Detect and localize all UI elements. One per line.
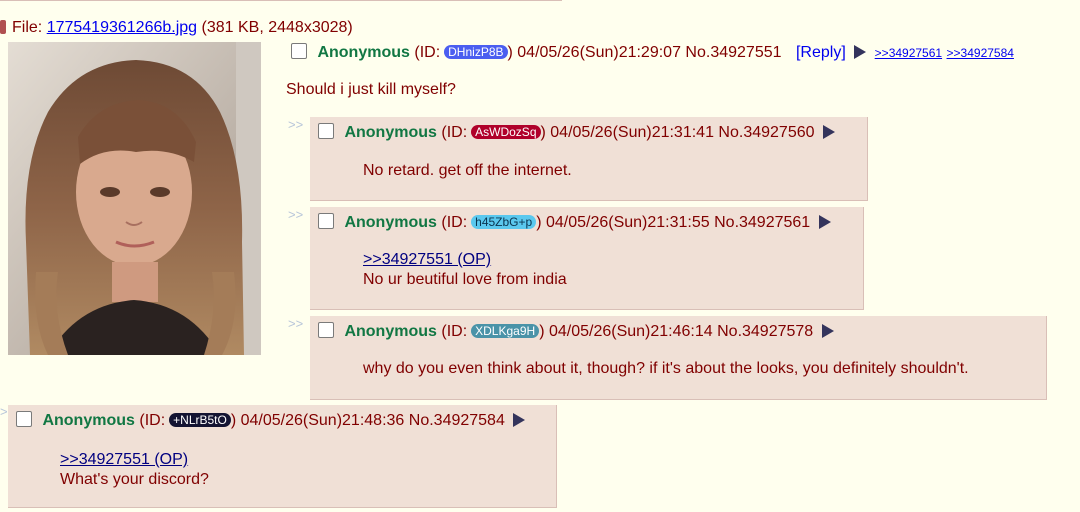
reply-comment: why do you even think about it, though? … [363, 360, 969, 377]
reply-checkbox[interactable] [318, 213, 334, 229]
quote-link[interactable]: >>34927551 (OP) [363, 250, 491, 270]
poster-id-badge[interactable]: DHnizP8B [444, 45, 508, 59]
file-meta: (381 KB, 2448x3028) [201, 19, 353, 36]
reply-post: Anonymous (ID: +NLrB5tO) 04/05/26(Sun)21:… [8, 405, 557, 508]
quote-link[interactable]: >>34927551 (OP) [60, 450, 188, 470]
poster-id-badge[interactable]: XDLKga9H [471, 324, 540, 338]
poster-id-badge[interactable]: h45ZbG+p [471, 215, 537, 229]
reply-checkbox[interactable] [318, 322, 334, 338]
poster-id-badge[interactable]: +NLrB5tO [169, 413, 231, 427]
id-suffix: ) [230, 412, 237, 429]
reply-checkbox[interactable] [16, 411, 32, 427]
reply-side-arrows: >> [288, 207, 304, 222]
file-info: File: 1775419361266b.jpg (381 KB, 2448x3… [0, 18, 353, 38]
portrait-photo [8, 42, 261, 355]
post-number[interactable]: No.34927560 [718, 124, 814, 141]
file-icon [0, 20, 6, 34]
backlink[interactable]: >>34927561 [875, 46, 942, 60]
reply-header: Anonymous (ID: AsWDozSq) 04/05/26(Sun)21:… [318, 123, 835, 143]
reply-comment: No retard. get off the internet. [363, 162, 572, 179]
reply-side-arrows: >> [288, 316, 304, 331]
post-number[interactable]: No.34927561 [714, 214, 810, 231]
id-suffix: ) [536, 214, 542, 231]
post-datetime: 04/05/26(Sun)21:31:41 [550, 124, 714, 141]
id-prefix: (ID: [441, 323, 468, 340]
poster-name: Anonymous [317, 44, 410, 61]
poster-id-badge[interactable]: AsWDozSq [471, 125, 541, 139]
post-number[interactable]: No.34927578 [717, 323, 813, 340]
reply-checkbox[interactable] [318, 123, 334, 139]
poster-name: Anonymous [344, 124, 437, 141]
poster-name: Anonymous [344, 323, 437, 340]
reply-comment: What's your discord? [60, 471, 209, 488]
reply-comment: No ur beutiful love from india [363, 271, 567, 288]
post-datetime: 04/05/26(Sun)21:31:55 [545, 214, 710, 231]
quote-link-text[interactable]: >>34927551 (OP) [60, 451, 188, 468]
reply-side-arrows: >> [288, 117, 304, 132]
op-image[interactable] [8, 42, 261, 355]
post-menu-arrow-icon[interactable] [821, 324, 834, 338]
backlink[interactable]: >>34927584 [947, 46, 1014, 60]
id-prefix: (ID: [414, 44, 441, 61]
reply-post: Anonymous (ID: XDLKga9H) 04/05/26(Sun)21:… [310, 316, 1047, 400]
post-menu-arrow-icon[interactable] [854, 45, 867, 59]
reply-header: Anonymous (ID: XDLKga9H) 04/05/26(Sun)21:… [318, 322, 834, 342]
post-datetime: 04/05/26(Sun)21:29:07 [517, 44, 681, 61]
op-post-header: Anonymous (ID: DHnizP8B) 04/05/26(Sun)21:… [291, 43, 1014, 63]
reply-link[interactable]: [Reply] [796, 44, 846, 61]
poster-name: Anonymous [344, 214, 437, 231]
id-prefix: (ID: [139, 412, 166, 429]
post-menu-arrow-icon[interactable] [818, 215, 831, 229]
poster-name: Anonymous [42, 412, 135, 429]
id-prefix: (ID: [441, 214, 468, 231]
post-number[interactable]: No.34927551 [685, 44, 781, 61]
file-link[interactable]: 1775419361266b.jpg [47, 19, 197, 36]
post-number[interactable]: No.34927584 [409, 412, 505, 429]
quote-link-text[interactable]: >>34927551 (OP) [363, 251, 491, 268]
post-menu-arrow-icon[interactable] [822, 125, 835, 139]
id-suffix: ) [507, 44, 513, 61]
id-prefix: (ID: [441, 124, 468, 141]
id-suffix: ) [539, 323, 545, 340]
reply-header: Anonymous (ID: h45ZbG+p) 04/05/26(Sun)21:… [318, 213, 831, 233]
op-checkbox[interactable] [291, 43, 307, 59]
id-suffix: ) [540, 124, 546, 141]
reply-header: Anonymous (ID: +NLrB5tO) 04/05/26(Sun)21:… [16, 411, 526, 431]
post-menu-arrow-icon[interactable] [513, 413, 526, 427]
reply-post: Anonymous (ID: h45ZbG+p) 04/05/26(Sun)21:… [310, 207, 864, 310]
file-label: File: [12, 19, 43, 36]
post-datetime: 04/05/26(Sun)21:46:14 [548, 323, 713, 340]
thread-divider [0, 0, 562, 1]
post-datetime: 04/05/26(Sun)21:48:36 [240, 412, 405, 429]
reply-side-arrows: > [0, 404, 8, 419]
reply-post: Anonymous (ID: AsWDozSq) 04/05/26(Sun)21:… [310, 117, 868, 201]
op-comment: Should i just kill myself? [286, 81, 456, 98]
